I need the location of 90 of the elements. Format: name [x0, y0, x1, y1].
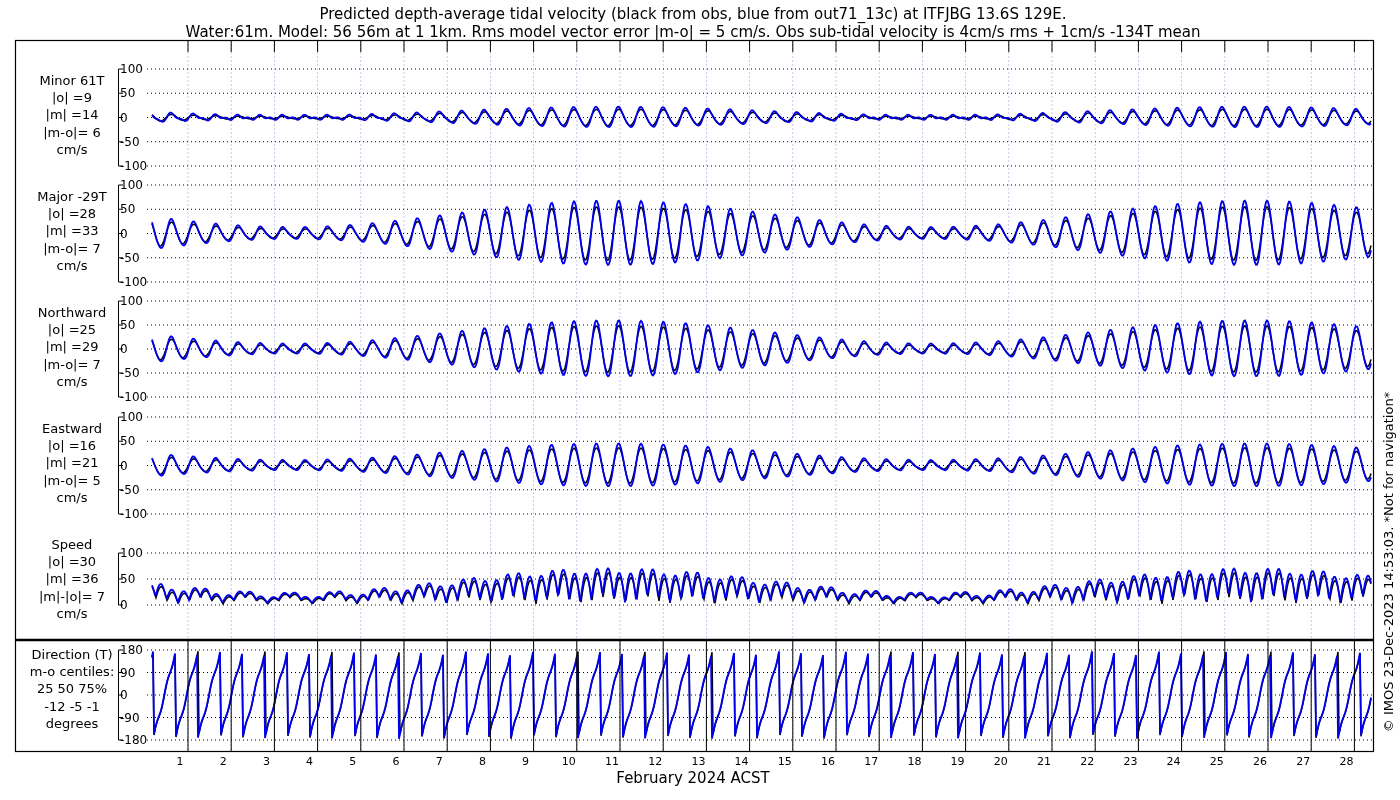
- chart-title: Predicted depth-average tidal velocity (black from obs, blue from out71_13c) at ITFJBG 13.6S 129E.: [319, 5, 1067, 23]
- panel-label: degrees: [45, 715, 99, 731]
- panel-label: cm/s: [56, 141, 88, 157]
- day-label: 8: [478, 755, 486, 768]
- day-label: 24: [1166, 755, 1181, 768]
- day-label: 19: [950, 755, 965, 768]
- axis-tick-label: -90: [120, 710, 140, 725]
- panel-label: Speed: [51, 537, 93, 552]
- panel-label: |m| =21: [45, 455, 99, 471]
- panel-label: |o| =9: [52, 90, 92, 106]
- panel-label: cm/s: [56, 605, 88, 621]
- day-label: 6: [392, 755, 400, 768]
- day-label: 21: [1037, 755, 1051, 768]
- day-label: 26: [1253, 755, 1267, 768]
- day-label: 1: [176, 755, 184, 768]
- axis-tick-label: 0: [120, 342, 128, 356]
- axis-tick-label: 0: [120, 688, 128, 702]
- panel-label: Major -29T: [37, 189, 107, 204]
- panel-label: |m-o|= 7: [43, 356, 101, 372]
- day-label: 23: [1123, 755, 1138, 768]
- axis-tick-label: 50: [120, 318, 136, 332]
- panel-label: |o| =25: [47, 322, 97, 338]
- day-label: 5: [349, 755, 357, 768]
- axis-tick-label: 100: [120, 410, 143, 424]
- day-label: 9: [522, 755, 530, 768]
- panel-label: |m| =14: [45, 107, 99, 123]
- axis-tick-label: -50: [120, 250, 140, 265]
- axis-tick-label: -100: [120, 390, 148, 404]
- day-label: 22: [1080, 755, 1095, 768]
- panel-label: m-o centiles:: [29, 664, 115, 680]
- panel-label: |m| =33: [45, 223, 99, 239]
- axis-tick-label: 0: [120, 458, 128, 473]
- axis-tick-label: -100: [120, 159, 148, 173]
- axis-tick-label: -100: [120, 507, 148, 521]
- axis-tick-label: -100: [120, 275, 148, 289]
- day-label: 16: [821, 755, 835, 768]
- axis-tick-label: 0: [120, 226, 128, 241]
- axis-tick-label: 100: [120, 294, 143, 308]
- panel-label: |m-o|= 6: [43, 124, 101, 140]
- panel-label: cm/s: [56, 489, 88, 505]
- panel-label: |m|-|o|= 7: [38, 588, 106, 604]
- panel-label: cm/s: [56, 257, 88, 273]
- day-label: 14: [734, 755, 749, 768]
- panel-label: |o| =28: [47, 206, 97, 222]
- panel-label: |o| =30: [47, 554, 97, 570]
- axis-tick-label: -50: [120, 482, 140, 497]
- panel-label: |m| =36: [45, 571, 99, 587]
- panel-label: |m| =29: [45, 339, 99, 355]
- axis-tick-label: 100: [120, 62, 143, 76]
- axis-tick-label: 100: [120, 178, 143, 192]
- panel-label: |m-o|= 7: [43, 240, 101, 256]
- panel-label: 25 50 75%: [36, 681, 108, 697]
- day-label: 2: [219, 755, 227, 768]
- credit-text: © IMOS 23-Dec-2023 14:53:03. *Not for navigation*: [1381, 391, 1396, 733]
- day-label: 28: [1339, 755, 1354, 768]
- axis-tick-label: -50: [120, 134, 140, 149]
- axis-tick-label: 50: [120, 434, 136, 449]
- day-label: 27: [1296, 755, 1311, 768]
- day-label: 11: [605, 755, 619, 768]
- day-label: 7: [435, 755, 443, 768]
- panel-label: Direction (T): [31, 647, 113, 662]
- axis-tick-label: 0: [120, 110, 128, 125]
- day-label: 3: [262, 755, 270, 768]
- axis-tick-label: 90: [120, 665, 136, 680]
- day-label: 15: [777, 755, 792, 768]
- axis-tick-label: -50: [120, 366, 140, 380]
- axis-tick-label: 100: [120, 546, 143, 560]
- axis-title: February 2024 ACST: [616, 769, 770, 787]
- day-label: 17: [864, 755, 879, 768]
- panel-label: Northward: [37, 305, 107, 320]
- axis-tick-label: 50: [120, 202, 136, 217]
- panel-label: |m-o|= 5: [43, 472, 101, 488]
- day-label: 4: [306, 755, 314, 768]
- panel-label: |o| =16: [47, 438, 97, 454]
- day-label: 13: [691, 755, 706, 768]
- panel-label: Eastward: [42, 421, 102, 436]
- axis-tick-label: 180: [120, 643, 143, 657]
- panel-label: cm/s: [56, 373, 88, 389]
- axis-tick-label: 50: [120, 572, 136, 586]
- day-label: 25: [1209, 755, 1224, 768]
- panel-label: Minor 61T: [39, 73, 105, 88]
- axis-tick-label: 0: [120, 598, 128, 612]
- day-label: 18: [907, 755, 922, 768]
- day-label: 12: [648, 755, 663, 768]
- axis-tick-label: -180: [120, 733, 148, 747]
- day-label: 10: [561, 755, 576, 768]
- axis-tick-label: 50: [120, 86, 136, 101]
- panel-label: -12 -5 -1: [44, 698, 100, 714]
- day-label: 20: [993, 755, 1008, 768]
- chart-title: Water:61m. Model: 56 56m at 1 1km. Rms model vector error |m-o| = 5 cm/s. Obs sub-tidal velocity is 4cm/s rms + 1cm/s -134T mean: [185, 23, 1201, 41]
